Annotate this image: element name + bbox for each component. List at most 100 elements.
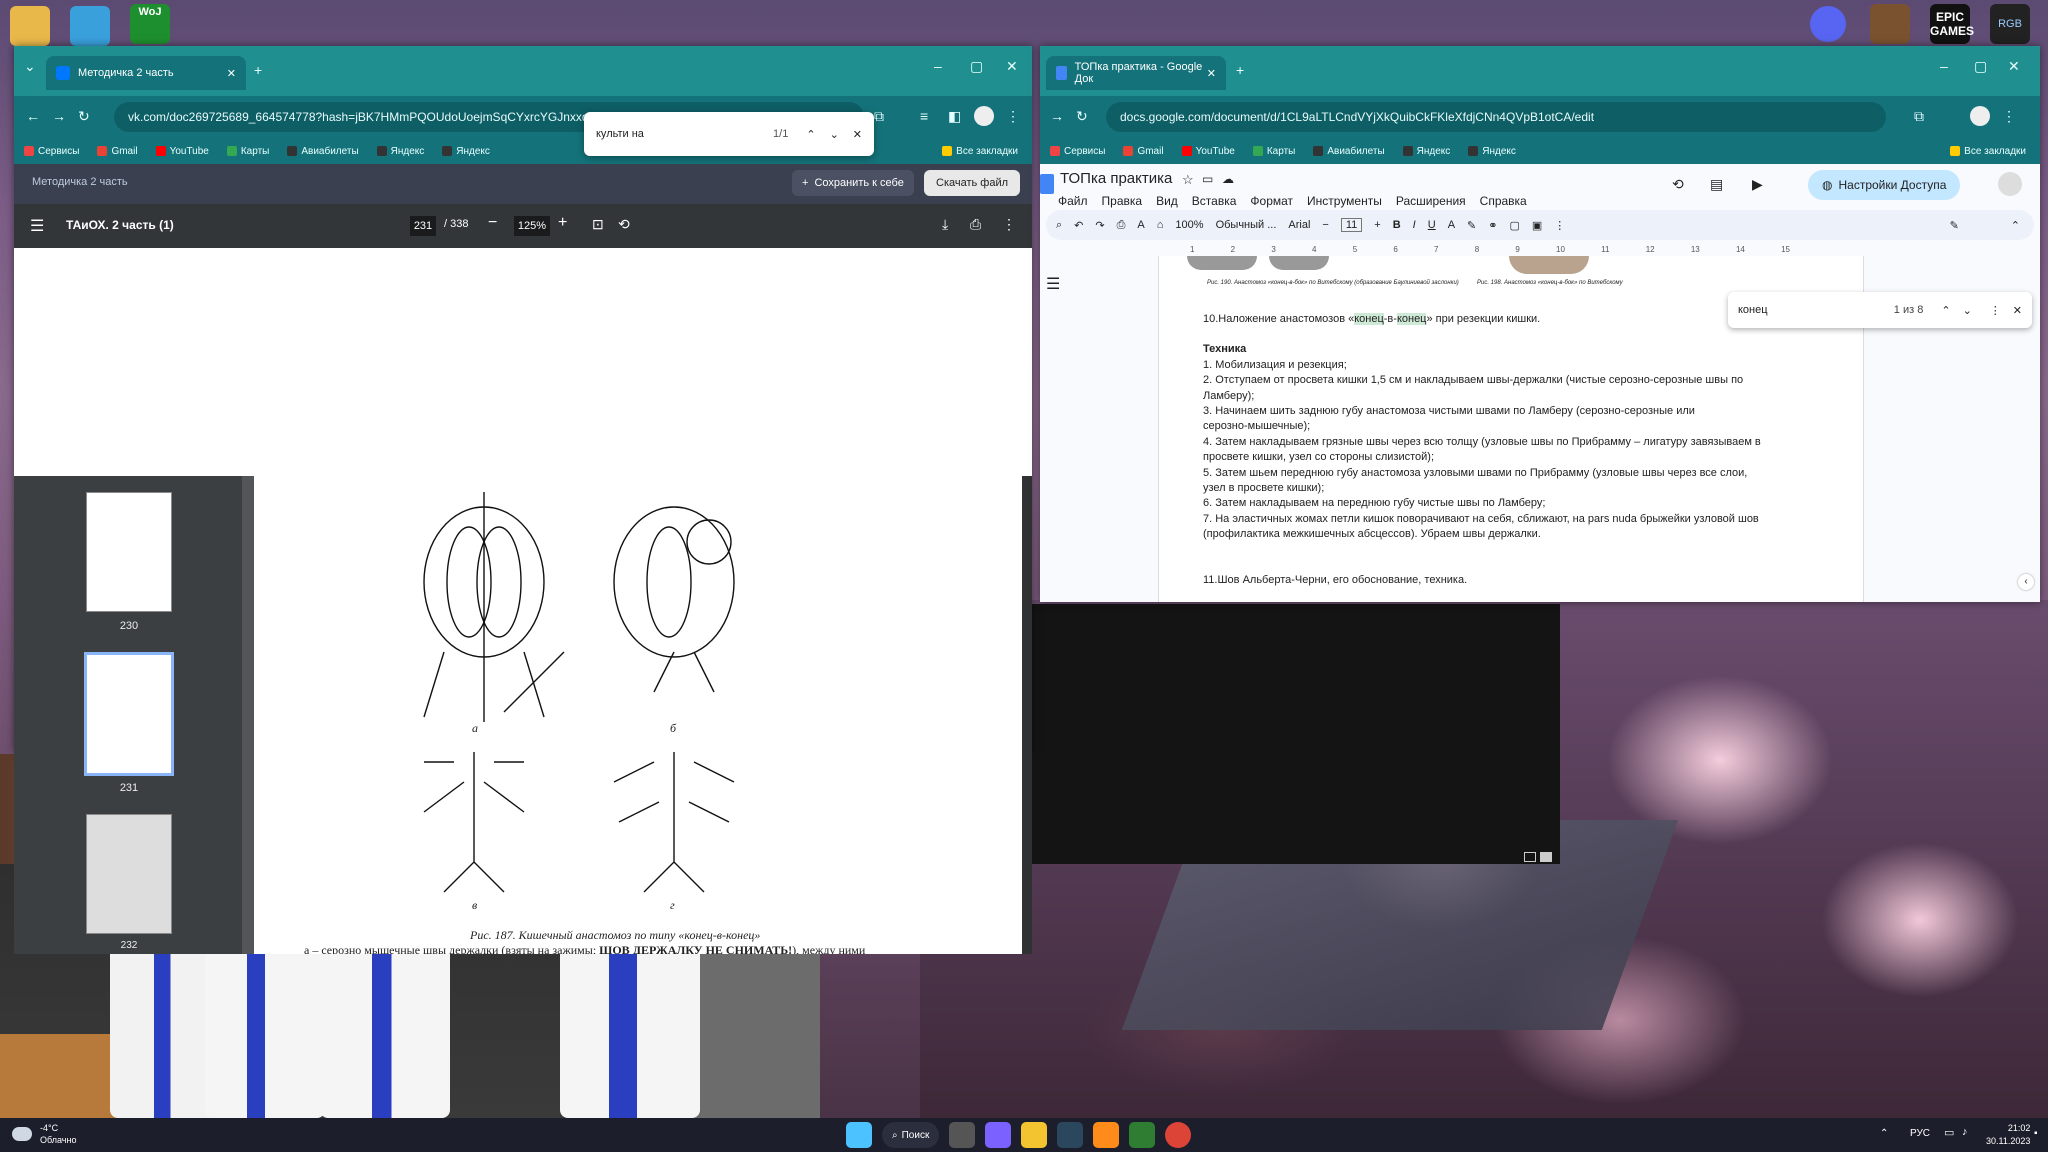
tab-vk-doc[interactable]: Методичка 2 часть ✕	[46, 56, 246, 90]
explorer-icon[interactable]	[1021, 1122, 1048, 1148]
find-close-button[interactable]: ✕	[853, 128, 862, 141]
docs-find-prev[interactable]: ⌃	[1941, 304, 1950, 317]
rgb-app-icon[interactable]: RGB	[1990, 4, 2030, 44]
zoom-out-button[interactable]: −	[488, 214, 497, 232]
bookmark-yandex-2[interactable]: Яндекс	[442, 146, 490, 157]
docs-profile-avatar[interactable]	[1970, 106, 1990, 126]
menu-help[interactable]: Справка	[1480, 194, 1527, 208]
fit-page-icon[interactable]: ⊡	[592, 216, 604, 233]
docs-forward-button[interactable]: →	[1050, 108, 1064, 124]
menu-format[interactable]: Формат	[1250, 194, 1293, 208]
pdf-menu-icon[interactable]: ☰	[30, 216, 44, 236]
tab-search-button[interactable]: ⌄	[24, 58, 36, 75]
zoom-in-button[interactable]: +	[558, 214, 567, 232]
underline-button[interactable]: U	[1428, 219, 1436, 231]
xbox-woj-icon[interactable]: WoJ	[130, 4, 170, 44]
collapse-toolbar-icon[interactable]: ⌃	[2011, 219, 2020, 232]
italic-button[interactable]: I	[1413, 219, 1416, 231]
epic-games-icon[interactable]: EPIC GAMES	[1930, 4, 1974, 44]
monitor-icon[interactable]	[70, 6, 110, 46]
network-icon[interactable]: ▭	[1944, 1126, 1954, 1139]
tab-close-icon[interactable]: ✕	[227, 67, 236, 80]
menu-edit[interactable]: Правка	[1102, 194, 1143, 208]
docs-bookmark-flights[interactable]: Авиабилеты	[1313, 146, 1385, 157]
text-color-icon[interactable]: A	[1448, 219, 1455, 231]
menu-file[interactable]: Файл	[1058, 194, 1088, 208]
move-folder-icon[interactable]: ▭	[1202, 172, 1213, 186]
redo-icon[interactable]: ↷	[1095, 219, 1104, 232]
spellcheck-icon[interactable]: A	[1137, 219, 1144, 231]
page-number-input[interactable]: 231	[410, 216, 436, 236]
reload-button[interactable]: ↻	[78, 108, 90, 125]
notification-icon[interactable]: ▪	[2034, 1128, 2038, 1139]
docs-find-close[interactable]: ✕	[2013, 304, 2022, 317]
teams-icon[interactable]	[985, 1122, 1012, 1148]
paint-format-icon[interactable]: ⌂	[1157, 219, 1164, 231]
docs-find-more[interactable]: ⋮	[1990, 304, 2001, 317]
bookmark-flights[interactable]: Авиабилеты	[287, 146, 359, 157]
find-prev-button[interactable]: ⌃	[806, 128, 815, 141]
zoom-input[interactable]: 125%	[514, 216, 550, 236]
save-to-self-button[interactable]: + Сохранить к себе	[792, 170, 914, 196]
menu-view[interactable]: Вид	[1156, 194, 1178, 208]
minimize-button[interactable]: –	[934, 58, 942, 74]
language-indicator[interactable]: РУС	[1910, 1128, 1930, 1139]
history-icon[interactable]: ⟲	[1672, 176, 1684, 193]
chrome-icon[interactable]	[1165, 1122, 1192, 1148]
menu-tools[interactable]: Инструменты	[1307, 194, 1382, 208]
docs-address-bar[interactable]: docs.google.com/document/d/1CL9aLTLCndVY…	[1106, 102, 1886, 132]
clock[interactable]: 21:02 30.11.2023	[1986, 1122, 2030, 1148]
docs-find-next[interactable]: ⌄	[1963, 304, 1972, 317]
docs-user-avatar[interactable]	[1998, 172, 2022, 196]
tab-google-docs[interactable]: ТОПка практика - Google Док ✕	[1046, 56, 1226, 90]
add-comment-icon[interactable]: ▢	[1509, 219, 1519, 232]
docs-close-window-button[interactable]: ✕	[2008, 58, 2020, 75]
comments-icon[interactable]: ▤	[1710, 176, 1723, 193]
menu-extensions[interactable]: Расширения	[1396, 194, 1466, 208]
docs-bookmark-yandex-2[interactable]: Яндекс	[1468, 146, 1516, 157]
pdf-scrollbar[interactable]	[1022, 476, 1032, 954]
taskbar-search[interactable]: ⌕ Поиск	[882, 1122, 940, 1148]
docs-reload-button[interactable]: ↻	[1076, 108, 1088, 125]
rotate-icon[interactable]: ⟲	[618, 216, 630, 233]
docs-maximize-button[interactable]: ▢	[1974, 58, 1987, 75]
new-tab-button[interactable]: +	[254, 62, 262, 78]
outline-icon[interactable]: ☰	[1046, 274, 1060, 294]
side-panel-icon[interactable]: ◧	[948, 108, 961, 125]
font-size-decrease[interactable]: −	[1322, 219, 1328, 231]
docs-bookmark-yandex-1[interactable]: Яндекс	[1402, 146, 1450, 157]
undo-icon[interactable]: ↶	[1074, 219, 1083, 232]
menu-icon[interactable]: ⋮	[1006, 108, 1020, 125]
doc-title[interactable]: ТОПка практика	[1060, 170, 1172, 187]
docs-bookmark-gmail[interactable]: Gmail	[1123, 146, 1164, 157]
bookmark-youtube[interactable]: YouTube	[155, 146, 209, 157]
highlight-icon[interactable]: ✎	[1467, 219, 1476, 232]
find-next-button[interactable]: ⌄	[830, 128, 839, 141]
bookmark-maps[interactable]: Карты	[226, 146, 269, 157]
editing-mode-icon[interactable]: ✎	[1950, 219, 1959, 232]
share-button[interactable]: ◍ Настройки Доступа	[1808, 170, 1961, 200]
docs-bookmark-youtube[interactable]: YouTube	[1181, 146, 1235, 157]
bold-button[interactable]: B	[1393, 219, 1401, 231]
docs-new-tab-button[interactable]: +	[1236, 62, 1244, 78]
thumbnail-230[interactable]	[86, 492, 172, 612]
print-doc-icon[interactable]: ⎙	[1117, 219, 1126, 232]
zoom-select[interactable]: 100%	[1175, 219, 1203, 231]
font-size-increase[interactable]: +	[1374, 219, 1380, 231]
docs-all-bookmarks[interactable]: Все закладки	[1950, 146, 2040, 157]
print-icon[interactable]: ⎙	[970, 216, 981, 233]
thumbnail-231[interactable]	[84, 652, 174, 776]
style-select[interactable]: Обычный ...	[1216, 219, 1277, 231]
docs-bookmark-maps[interactable]: Карты	[1252, 146, 1295, 157]
insert-image-icon[interactable]: ▣	[1532, 219, 1542, 232]
link-icon[interactable]: ⚭	[1488, 219, 1497, 232]
task-view-icon[interactable]	[949, 1122, 976, 1148]
meet-icon[interactable]: ▶	[1752, 176, 1763, 193]
discord-icon[interactable]	[1810, 6, 1846, 42]
bookmark-gmail[interactable]: Gmail	[97, 146, 138, 157]
star-icon[interactable]: ☆	[1182, 172, 1194, 188]
docs-minimize-button[interactable]: –	[1940, 58, 1948, 74]
extensions-icon[interactable]: ⧉	[874, 108, 884, 125]
app-orange-icon[interactable]	[1093, 1122, 1120, 1148]
weather-widget[interactable]: -4°C Облачно	[12, 1122, 76, 1146]
